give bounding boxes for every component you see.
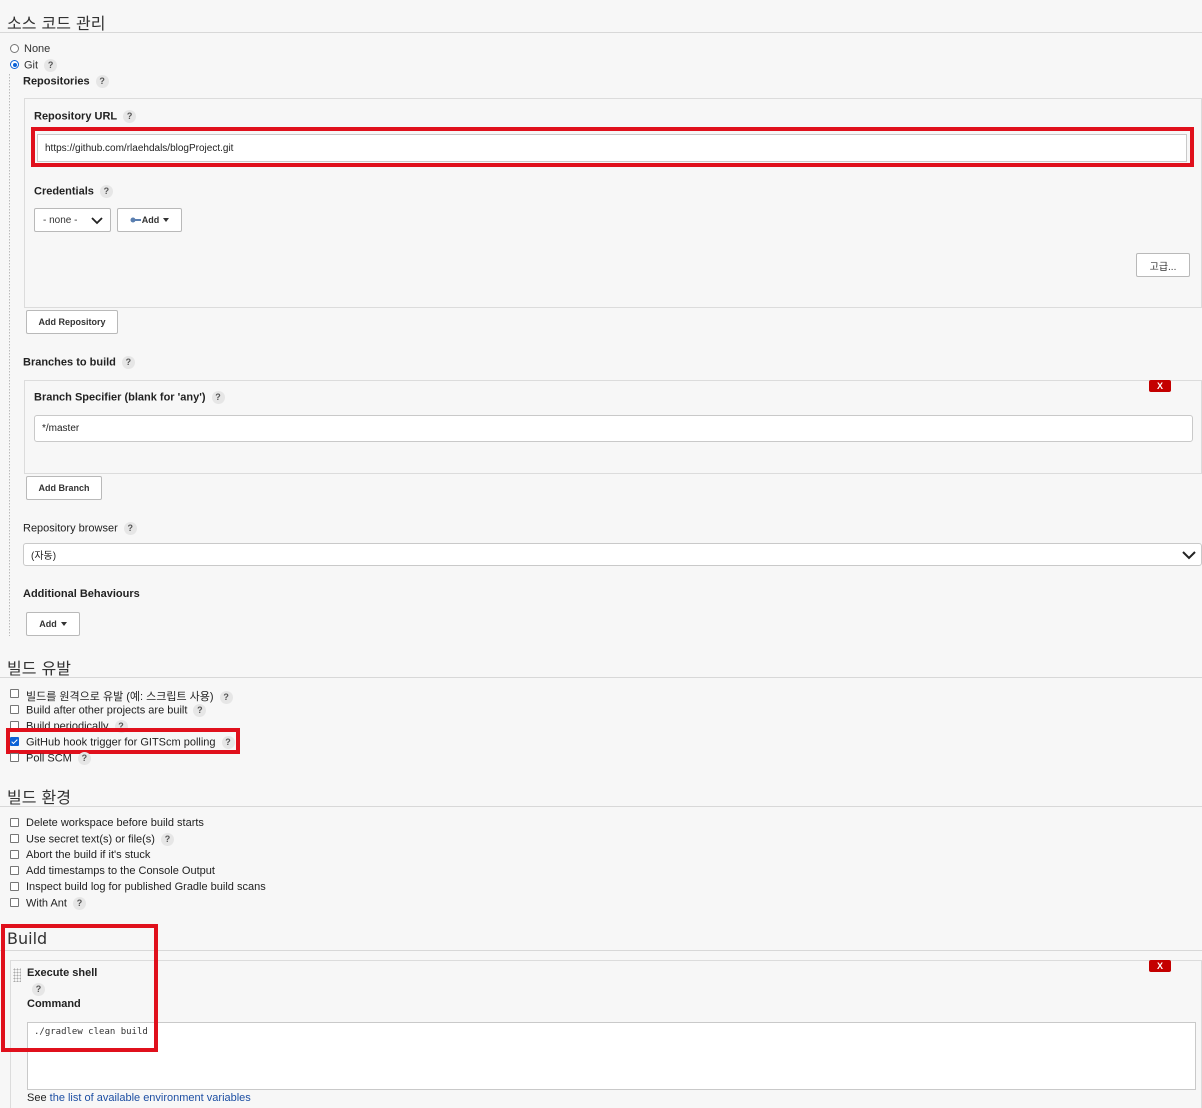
repo-url-header: Repository URL? (34, 110, 137, 123)
trigger-remote-label: 빌드를 원격으로 유발 (예: 스크립트 사용) (26, 691, 214, 703)
help-icon[interactable]: ? (99, 185, 113, 198)
trigger-poll-scm-row: Poll SCM? (26, 752, 91, 765)
command-textarea[interactable]: ./gradlew clean build (27, 1022, 1196, 1090)
divider (0, 32, 1202, 33)
credentials-select[interactable]: - none - (34, 208, 111, 232)
key-icon (130, 217, 141, 223)
highlight-box (31, 127, 1194, 167)
divider (0, 950, 1202, 951)
scm-none-radio[interactable] (10, 44, 19, 53)
additional-behaviours-label: Additional Behaviours (23, 588, 140, 600)
branch-specifier-label: Branch Specifier (blank for 'any') (34, 391, 206, 404)
caret-down-icon (163, 218, 170, 222)
chevron-down-icon (91, 217, 103, 225)
scm-section-title: 소스 코드 관리 (7, 14, 106, 33)
trigger-poll-scm-label: Poll SCM (26, 752, 72, 765)
repo-browser-select[interactable]: (자동) (23, 543, 1202, 566)
help-icon[interactable]: ? (123, 110, 137, 123)
highlight-box (1, 924, 158, 1052)
env-timestamps-label: Add timestamps to the Console Output (26, 865, 215, 877)
repositories-label: Repositories (23, 75, 90, 88)
divider (0, 806, 1202, 807)
scm-git-text: Git (24, 59, 39, 72)
env-secret-label: Use secret text(s) or file(s) (26, 833, 155, 846)
repo-browser-header: Repository browser? (23, 522, 137, 535)
env-delete-workspace-label: Delete workspace before build starts (26, 817, 204, 829)
repo-url-label: Repository URL (34, 110, 118, 123)
triggers-section-title: 빌드 유발 (7, 659, 71, 678)
branches-label: Branches to build (23, 356, 116, 369)
env-secret-checkbox[interactable] (10, 834, 19, 843)
help-icon[interactable]: ? (219, 690, 233, 704)
credentials-label: Credentials (34, 185, 94, 198)
scm-git-label: Git? (24, 59, 58, 72)
delete-branch-button[interactable]: X (1149, 380, 1171, 392)
scm-none-label: None (24, 43, 51, 55)
add-behaviour-button[interactable]: Add (26, 612, 80, 636)
env-vars-link[interactable]: the list of available environment variab… (50, 1092, 251, 1104)
env-with-ant-checkbox[interactable] (10, 898, 19, 907)
credentials-add-label: Add (141, 215, 160, 225)
env-with-ant-label: With Ant (26, 897, 67, 910)
repositories-header: Repositories? (23, 75, 109, 88)
help-icon[interactable]: ? (77, 752, 91, 765)
help-icon[interactable]: ? (121, 356, 135, 369)
help-icon[interactable]: ? (123, 522, 137, 535)
see-label: See (27, 1092, 47, 1104)
env-gradle-scans-label: Inspect build log for published Gradle b… (26, 881, 266, 893)
help-icon[interactable]: ? (160, 833, 174, 846)
trigger-remote-row: 빌드를 원격으로 유발 (예: 스크립트 사용)? (26, 688, 233, 704)
env-vars-hint: See the list of available environment va… (27, 1092, 251, 1104)
help-icon[interactable]: ? (193, 704, 207, 717)
branch-specifier-input[interactable]: */master (34, 415, 1193, 442)
add-behaviour-label: Add (39, 619, 57, 629)
divider (0, 677, 1202, 678)
repo-browser-label: Repository browser (23, 522, 118, 535)
caret-down-icon (60, 622, 67, 626)
environment-section-title: 빌드 환경 (7, 788, 71, 807)
branches-header: Branches to build? (23, 356, 135, 369)
add-repository-button[interactable]: Add Repository (26, 310, 118, 334)
add-branch-button[interactable]: Add Branch (26, 476, 102, 500)
help-icon[interactable]: ? (95, 75, 109, 88)
env-abort-stuck-checkbox[interactable] (10, 850, 19, 859)
advanced-button[interactable]: 고급... (1136, 253, 1190, 277)
env-delete-workspace-checkbox[interactable] (10, 818, 19, 827)
env-gradle-scans-checkbox[interactable] (10, 882, 19, 891)
env-with-ant-row: With Ant? (26, 897, 86, 910)
help-icon[interactable]: ? (72, 897, 86, 910)
highlight-box (6, 728, 240, 754)
credentials-header: Credentials? (34, 185, 113, 198)
help-icon[interactable]: ? (44, 59, 58, 72)
env-secret-row: Use secret text(s) or file(s)? (26, 833, 174, 846)
delete-build-step-button[interactable]: X (1149, 960, 1171, 972)
branch-specifier-header: Branch Specifier (blank for 'any')? (34, 391, 225, 404)
trigger-remote-checkbox[interactable] (10, 689, 19, 698)
trigger-poll-scm-checkbox[interactable] (10, 753, 19, 762)
chevron-down-icon (1182, 551, 1196, 560)
git-indent-line (9, 74, 10, 636)
credentials-selected: - none - (43, 214, 78, 226)
help-icon[interactable]: ? (211, 391, 225, 404)
trigger-after-projects-label: Build after other projects are built (26, 704, 188, 717)
env-abort-stuck-label: Abort the build if it's stuck (26, 849, 151, 861)
trigger-after-projects-row: Build after other projects are built? (26, 704, 207, 717)
trigger-after-projects-checkbox[interactable] (10, 705, 19, 714)
credentials-add-button[interactable]: Add (117, 208, 182, 232)
env-timestamps-checkbox[interactable] (10, 866, 19, 875)
scm-git-radio[interactable] (10, 60, 19, 69)
repo-browser-selected: (자동) (31, 551, 57, 562)
